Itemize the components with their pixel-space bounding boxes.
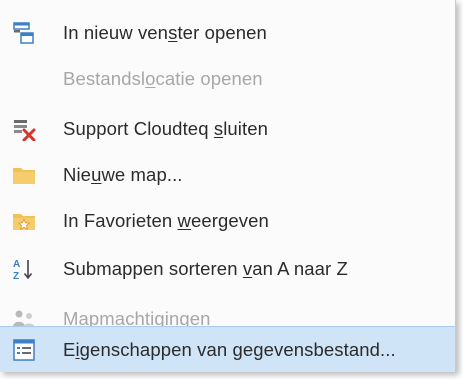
menu-item-label: In nieuw venster openen	[63, 22, 267, 43]
menu-item-label: In Favorieten weergeven	[63, 210, 269, 231]
context-menu: In nieuw venster openen Bestandslocatie …	[0, 0, 456, 372]
screenshot: In nieuw venster openen Bestandslocatie …	[0, 0, 463, 379]
menu-item-label: Nieuwe map...	[63, 164, 183, 185]
menu-item-sort-subfolders-a-z[interactable]: A Z Submappen sorteren van A naar Z	[0, 246, 455, 292]
svg-text:A: A	[13, 259, 20, 270]
menu-item-label: Eigenschappen van gegevensbestand...	[63, 338, 396, 360]
folder-icon	[13, 168, 35, 184]
sort-a-z-icon: A Z	[13, 259, 33, 281]
properties-icon	[13, 338, 35, 361]
close-data-file-icon	[14, 120, 36, 141]
menu-item-label: Submappen sorteren van A naar Z	[63, 258, 348, 279]
menu-item-new-folder[interactable]: Nieuwe map...	[0, 152, 455, 198]
menu-item-open-in-new-window[interactable]: In nieuw venster openen	[0, 10, 455, 56]
menu-item-data-file-properties[interactable]: Eigenschappen van gegevensbestand...	[0, 326, 455, 372]
menu-item-show-in-favorites[interactable]: In Favorieten weergeven	[0, 198, 455, 244]
favorites-folder-icon	[13, 214, 35, 230]
menu-item-open-file-location: Bestandslocatie openen	[0, 56, 455, 102]
svg-text:Z: Z	[13, 271, 19, 281]
new-window-icon	[13, 22, 34, 44]
menu-item-label: Bestandslocatie openen	[63, 68, 263, 89]
menu-item-label: Support Cloudteq sluiten	[63, 118, 269, 139]
menu-item-close-data-file[interactable]: Support Cloudteq sluiten	[0, 106, 455, 152]
